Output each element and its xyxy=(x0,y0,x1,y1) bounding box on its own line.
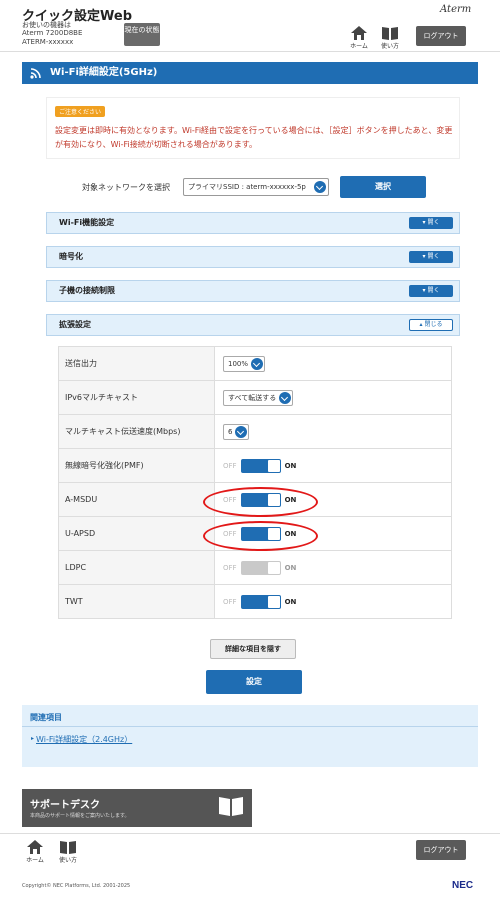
setting-label: LDPC xyxy=(58,550,215,585)
close-button[interactable]: ▴ 閉じる xyxy=(409,319,453,331)
network-select[interactable]: プライマリSSID : aterm-xxxxxx-5p xyxy=(183,178,329,196)
setting-label: 送信出力 xyxy=(58,346,215,381)
book-icon xyxy=(60,841,76,854)
table-row: 送信出力 100% xyxy=(58,346,452,381)
open-label: 開く xyxy=(427,287,440,294)
brand-logo: Aterm xyxy=(440,4,472,15)
toggle-on-label: ON xyxy=(284,564,297,572)
arrow-right-icon: ▸ xyxy=(31,735,35,742)
dropdown-value: 6 xyxy=(228,427,233,436)
settings-table: 送信出力 100% IPv6マルチキャスト すべて転送する マルチキャスト伝送速… xyxy=(58,346,452,619)
chevron-down-icon xyxy=(314,181,326,193)
section-wifi-function[interactable]: Wi-Fi機能設定 ▾ 開く xyxy=(46,212,460,234)
toggle-knob xyxy=(267,561,280,574)
help-label: 使い方 xyxy=(58,857,77,864)
section-title: 拡張設定 xyxy=(59,320,91,329)
table-row: LDPC OFF ON xyxy=(58,550,452,585)
ipv6-multicast-dropdown[interactable]: すべて転送する xyxy=(223,389,294,406)
related-link-24ghz[interactable]: Wi-Fi詳細設定（2.4GHz） xyxy=(36,734,132,745)
table-row: IPv6マルチキャスト すべて転送する xyxy=(58,380,452,415)
toggle-off-label: OFF xyxy=(223,462,237,470)
device-ssid: ATERM-xxxxxx xyxy=(22,38,74,46)
section-title: 子機の接続制限 xyxy=(59,286,115,295)
nec-logo: NEC xyxy=(452,880,474,891)
open-label: 開く xyxy=(427,219,440,226)
section-title: Wi-Fi機能設定 xyxy=(59,218,115,227)
ldpc-toggle: OFF ON xyxy=(223,560,297,575)
home-label: ホーム xyxy=(350,43,368,50)
support-subtitle: 本商品のサポート情報をご案内いたします。 xyxy=(30,813,130,819)
dropdown-value: すべて転送する xyxy=(228,393,277,402)
toggle-knob xyxy=(267,595,280,608)
multicast-rate-dropdown[interactable]: 6 xyxy=(223,423,250,440)
home-label: ホーム xyxy=(26,857,44,864)
book-icon xyxy=(382,27,398,40)
open-label: 開く xyxy=(427,253,440,260)
setting-label: TWT xyxy=(58,584,215,619)
table-row: マルチキャスト伝送速度(Mbps) 6 xyxy=(58,414,452,449)
dropdown-value: 100% xyxy=(228,359,249,368)
chevron-down-icon xyxy=(251,357,264,370)
toggle-track[interactable] xyxy=(240,594,281,609)
network-select-label: 対象ネットワークを選択 xyxy=(82,183,170,192)
setting-label: A-MSDU xyxy=(58,482,215,517)
logout-button[interactable]: ログアウト xyxy=(416,26,466,46)
highlight-ring-amsdu xyxy=(203,487,318,517)
page-title: Wi-Fi詳細設定(5GHz) xyxy=(22,62,478,84)
chevron-down-icon xyxy=(235,425,248,438)
pmf-toggle[interactable]: OFF ON xyxy=(223,458,297,473)
logout-button-footer[interactable]: ログアウト xyxy=(416,840,466,860)
section-client-limit[interactable]: 子機の接続制限 ▾ 開く xyxy=(46,280,460,302)
section-encryption[interactable]: 暗号化 ▾ 開く xyxy=(46,246,460,268)
toggle-off-label: OFF xyxy=(223,598,237,606)
setting-label: マルチキャスト伝送速度(Mbps) xyxy=(58,414,215,449)
select-button[interactable]: 選択 xyxy=(340,176,426,198)
home-icon xyxy=(351,26,367,40)
open-button[interactable]: ▾ 開く xyxy=(409,251,453,263)
table-row: TWT OFF ON xyxy=(58,584,452,619)
caution-badge: ご注意ください xyxy=(55,106,106,117)
related-title: 関連項目 xyxy=(30,713,62,722)
toggle-knob xyxy=(267,459,280,472)
toggle-on-label: ON xyxy=(284,462,297,470)
help-nav[interactable]: 使い方 xyxy=(378,26,402,50)
chevron-down-icon xyxy=(279,391,292,404)
home-nav-footer[interactable]: ホーム xyxy=(24,840,46,864)
copyright: Copyright© NEC Platforms, Ltd. 2001-2025 xyxy=(22,883,131,889)
caution-text: 設定変更は即時に有効となります。Wi-Fi経由で設定を行っている場合には、［設定… xyxy=(55,126,453,149)
toggle-track xyxy=(240,560,281,575)
setting-label: U-APSD xyxy=(58,516,215,551)
open-button[interactable]: ▾ 開く xyxy=(409,217,453,229)
toggle-on-label: ON xyxy=(284,598,297,606)
status-button[interactable]: 現在の状態 xyxy=(124,23,160,46)
home-nav[interactable]: ホーム xyxy=(348,26,370,50)
tx-power-dropdown[interactable]: 100% xyxy=(223,355,266,372)
toggle-off-label: OFF xyxy=(223,564,237,572)
book-icon xyxy=(218,796,244,819)
twt-toggle[interactable]: OFF ON xyxy=(223,594,297,609)
home-icon xyxy=(27,840,43,854)
related-divider xyxy=(22,726,478,727)
help-label: 使い方 xyxy=(380,43,399,50)
setting-label: 無線暗号化強化(PMF) xyxy=(58,448,215,483)
section-advanced[interactable]: 拡張設定 ▴ 閉じる xyxy=(46,314,460,336)
section-title: 暗号化 xyxy=(59,252,83,261)
table-row: 無線暗号化強化(PMF) OFF ON xyxy=(58,448,452,483)
highlight-ring-uapsd xyxy=(203,521,318,551)
open-button[interactable]: ▾ 開く xyxy=(409,285,453,297)
support-title: サポートデスク xyxy=(30,800,100,811)
wifi-icon xyxy=(30,67,44,82)
network-select-value: プライマリSSID : aterm-xxxxxx-5p xyxy=(188,183,306,191)
setting-label: IPv6マルチキャスト xyxy=(58,380,215,415)
save-button[interactable]: 設定 xyxy=(206,670,302,694)
help-nav-footer[interactable]: 使い方 xyxy=(56,840,80,864)
toggle-track[interactable] xyxy=(240,458,281,473)
hide-details-button[interactable]: 詳細な項目を隠す xyxy=(210,639,296,659)
close-label: 閉じる xyxy=(424,321,443,328)
device-model: Aterm 7200D8BE xyxy=(22,29,83,37)
